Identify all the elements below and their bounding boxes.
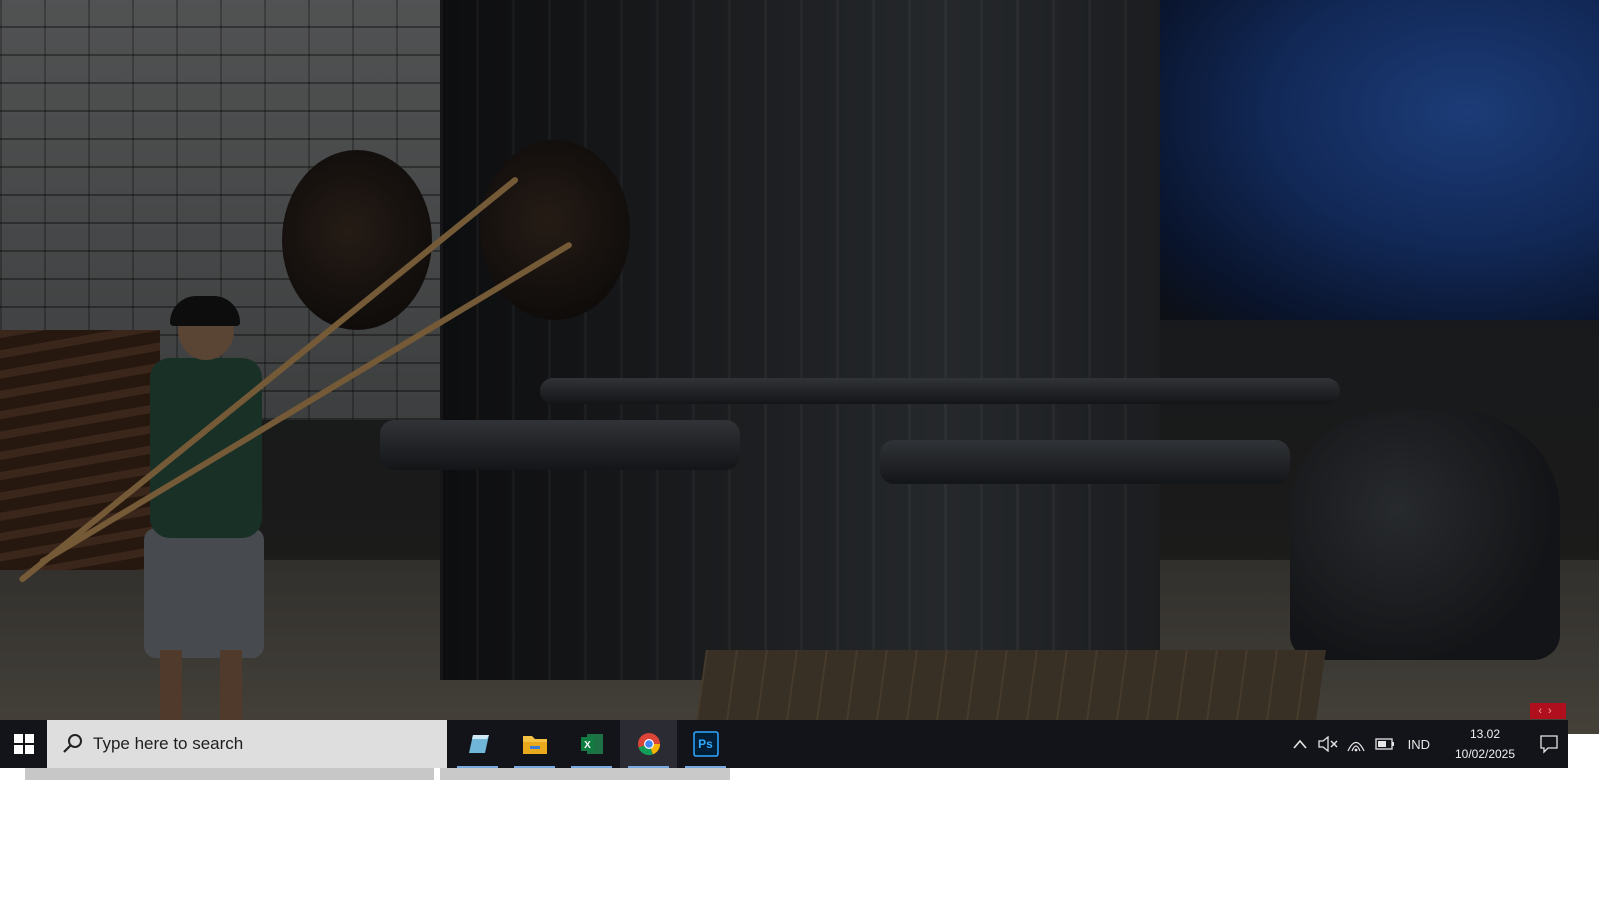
chevron-up-icon <box>1293 739 1307 749</box>
pinned-apps: X Ps <box>449 720 734 768</box>
edge-scroll-button[interactable]: ‹› <box>1530 703 1566 719</box>
clock-time: 13.02 <box>1469 727 1501 741</box>
clock[interactable]: 13.02 10/02/2025 <box>1440 724 1530 764</box>
app-running-indicator <box>457 766 498 768</box>
battery-button[interactable] <box>1370 720 1398 768</box>
battery-icon <box>1374 738 1394 750</box>
search-ghost-strip <box>25 768 434 780</box>
start-button[interactable] <box>0 720 47 768</box>
excel-icon: X <box>580 734 603 754</box>
tray-overflow-button[interactable] <box>1286 720 1314 768</box>
search-placeholder: Type here to search <box>93 734 244 753</box>
volume-muted-icon <box>1317 736 1338 752</box>
photoshop-app[interactable]: Ps <box>677 720 734 768</box>
wifi-icon <box>1347 741 1365 752</box>
notepad-app[interactable] <box>449 720 506 768</box>
network-button[interactable] <box>1342 720 1370 768</box>
system-tray: IND 13.02 10/02/2025 <box>1286 720 1568 768</box>
excel-app[interactable]: X <box>563 720 620 768</box>
svg-text:X: X <box>584 740 591 751</box>
wallpaper-dim-overlay <box>0 0 1599 734</box>
app-running-indicator <box>571 766 612 768</box>
folder-icon <box>522 736 547 754</box>
apps-ghost-strip <box>440 768 730 780</box>
chrome-app[interactable] <box>620 720 677 768</box>
desktop-wallpaper <box>0 0 1599 734</box>
app-running-indicator <box>514 766 555 768</box>
file-explorer-app[interactable] <box>506 720 563 768</box>
language-indicator[interactable]: IND <box>1398 737 1440 752</box>
chrome-icon <box>637 733 660 756</box>
photoshop-label: Ps <box>698 737 713 751</box>
notepad-icon <box>468 735 489 753</box>
search-icon <box>63 734 82 753</box>
app-running-indicator <box>685 766 726 768</box>
notification-icon <box>1540 735 1558 754</box>
taskbar: Type here to search X Ps IND 13.02 10/02… <box>0 720 1568 768</box>
volume-button[interactable] <box>1314 720 1342 768</box>
clock-date: 10/02/2025 <box>1454 747 1516 761</box>
action-center-button[interactable] <box>1530 720 1568 768</box>
windows-logo-icon <box>13 734 34 754</box>
app-running-indicator <box>628 766 669 768</box>
search-box[interactable]: Type here to search <box>47 720 447 768</box>
